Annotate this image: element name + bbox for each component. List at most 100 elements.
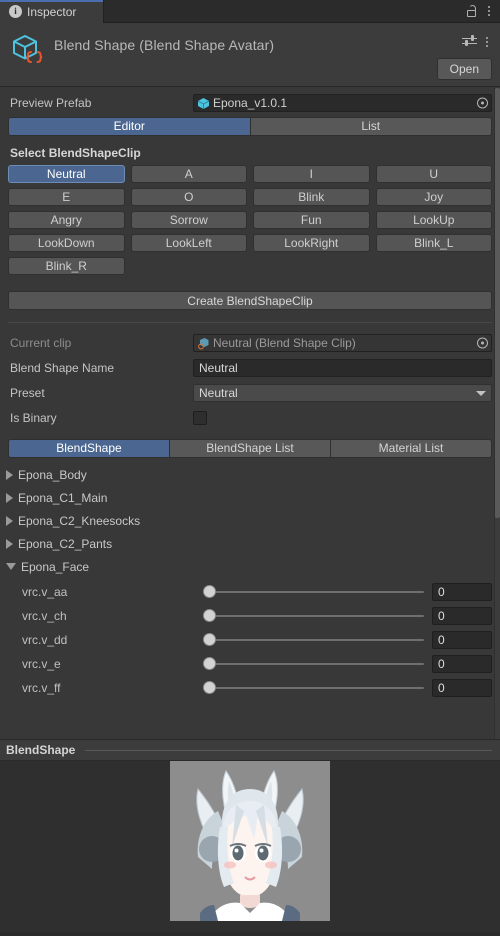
slider-vrc-v-e[interactable] <box>203 656 424 672</box>
clip-button-i[interactable]: I <box>253 165 370 183</box>
slider-thumb[interactable] <box>203 657 216 670</box>
slider-vrc-v-ch[interactable] <box>203 608 424 624</box>
foldout-epona-c2-kneesocks[interactable]: Epona_C2_Kneesocks <box>0 509 500 532</box>
slider-vrc-v-ff[interactable] <box>203 680 424 696</box>
lock-icon[interactable] <box>465 4 480 19</box>
tab-editor[interactable]: Editor <box>8 117 251 136</box>
object-header: Blend Shape (Blend Shape Avatar) Open <box>0 23 500 87</box>
preset-label: Preset <box>10 386 45 400</box>
clip-button-angry[interactable]: Angry <box>8 211 125 229</box>
is-binary-row: Is Binary <box>8 408 492 428</box>
slider-value-vrc-v-e[interactable]: 0 <box>432 655 492 673</box>
window-bottom-edge <box>0 932 500 936</box>
slider-label: vrc.v_ch <box>22 609 67 623</box>
slider-row-vrc-v-aa: vrc.v_aa 0 <box>8 580 492 604</box>
slider-label: vrc.v_e <box>22 657 61 671</box>
chevron-down-icon <box>476 391 486 396</box>
slider-label: vrc.v_dd <box>22 633 68 647</box>
clip-button-neutral[interactable]: Neutral <box>8 165 125 183</box>
preset-row: Preset Neutral <box>8 383 492 403</box>
avatar-face-preview <box>170 761 330 921</box>
preview-divider <box>85 749 492 751</box>
foldout-epona-c2-pants[interactable]: Epona_C2_Pants <box>0 532 500 555</box>
info-icon: i <box>9 5 22 18</box>
clip-button-joy[interactable]: Joy <box>375 188 492 206</box>
preset-dropdown[interactable]: Neutral <box>193 384 492 402</box>
slider-row-vrc-v-dd: vrc.v_dd 0 <box>8 628 492 652</box>
clip-button-blink[interactable]: Blink <box>253 188 370 206</box>
preset-sliders-icon[interactable] <box>462 35 477 49</box>
current-clip-picker-icon[interactable] <box>477 337 488 349</box>
is-binary-checkbox[interactable] <box>193 411 207 425</box>
slider-thumb[interactable] <box>203 681 216 694</box>
slider-value-vrc-v-aa[interactable]: 0 <box>432 583 492 601</box>
slider-row-vrc-v-e: vrc.v_e 0 <box>8 652 492 676</box>
foldout-epona-body[interactable]: Epona_Body <box>0 463 500 486</box>
inspector-window: i Inspector Blend Shape (Blend Shape Ava… <box>0 0 500 936</box>
clip-button-e[interactable]: E <box>8 188 125 206</box>
clip-button-fun[interactable]: Fun <box>253 211 370 229</box>
foldout-label: Epona_C2_Kneesocks <box>18 513 141 528</box>
preview-area[interactable] <box>0 761 500 932</box>
header-kebab-menu-icon[interactable] <box>480 34 493 49</box>
inspector-body: Preview Prefab Epona_v1.0.1 Editor List … <box>0 93 500 700</box>
preview-prefab-object-field[interactable]: Epona_v1.0.1 <box>193 94 492 112</box>
current-clip-label: Current clip <box>10 336 72 350</box>
clip-button-lookup[interactable]: LookUp <box>375 211 492 229</box>
chevron-right-icon <box>6 469 13 480</box>
clip-button-blink-l[interactable]: Blink_L <box>375 234 492 252</box>
slider-value-vrc-v-ch[interactable]: 0 <box>432 607 492 625</box>
chevron-right-icon <box>6 515 13 526</box>
mesh-tree: Epona_Body Epona_C1_Main Epona_C2_Kneeso… <box>0 463 500 578</box>
clip-button-lookdown[interactable]: LookDown <box>8 234 125 252</box>
current-clip-row: Current clip Neutral (Blend Shape Clip) <box>8 333 492 353</box>
slider-track <box>203 639 424 641</box>
blend-shape-name-label: Blend Shape Name <box>10 361 115 375</box>
blendshape-slider-list: vrc.v_aa 0 vrc.v_ch 0 vrc.v_dd 0 vrc.v_e… <box>0 580 500 700</box>
tab-blendshape[interactable]: BlendShape <box>8 439 170 458</box>
slider-thumb[interactable] <box>203 585 216 598</box>
page-title: Blend Shape (Blend Shape Avatar) <box>54 37 275 53</box>
vertical-scrollbar[interactable] <box>495 88 500 739</box>
blend-shape-name-input[interactable]: Neutral <box>193 359 492 377</box>
scrollbar-thumb[interactable] <box>495 88 500 518</box>
clip-button-lookright[interactable]: LookRight <box>253 234 370 252</box>
create-blendshapeclip-button[interactable]: Create BlendShapeClip <box>8 291 492 310</box>
clip-button-lookleft[interactable]: LookLeft <box>130 234 247 252</box>
is-binary-label: Is Binary <box>10 411 57 425</box>
kebab-menu-icon[interactable] <box>482 4 495 19</box>
tab-inspector-label: Inspector <box>27 4 77 19</box>
foldout-epona-c1-main[interactable]: Epona_C1_Main <box>0 486 500 509</box>
slider-row-vrc-v-ch: vrc.v_ch 0 <box>8 604 492 628</box>
slider-thumb[interactable] <box>203 609 216 622</box>
clip-button-blink-r[interactable]: Blink_R <box>8 257 125 275</box>
tab-inspector[interactable]: i Inspector <box>0 0 104 23</box>
chevron-right-icon <box>6 538 13 549</box>
open-button[interactable]: Open <box>436 58 492 80</box>
clip-button-a[interactable]: A <box>130 165 247 183</box>
slider-vrc-v-aa[interactable] <box>203 584 424 600</box>
tab-list[interactable]: List <box>250 117 492 136</box>
tab-blendshape-list[interactable]: BlendShape List <box>170 439 331 458</box>
slider-thumb[interactable] <box>203 633 216 646</box>
foldout-label: Epona_Body <box>18 467 87 482</box>
foldout-epona-face[interactable]: Epona_Face <box>0 555 500 578</box>
scriptable-object-cube-icon <box>10 32 44 66</box>
current-clip-object-field[interactable]: Neutral (Blend Shape Clip) <box>193 334 492 352</box>
foldout-label: Epona_Face <box>21 559 90 574</box>
blend-shape-name-row: Blend Shape Name Neutral <box>8 358 492 378</box>
tab-material-list[interactable]: Material List <box>331 439 492 458</box>
slider-vrc-v-dd[interactable] <box>203 632 424 648</box>
clip-button-u[interactable]: U <box>375 165 492 183</box>
current-clip-value: Neutral (Blend Shape Clip) <box>213 336 356 350</box>
preview-header: BlendShape <box>0 739 500 761</box>
slider-label: vrc.v_aa <box>22 585 68 599</box>
slider-value-vrc-v-ff[interactable]: 0 <box>432 679 492 697</box>
slider-track <box>203 591 424 593</box>
clip-button-sorrow[interactable]: Sorrow <box>130 211 247 229</box>
object-picker-icon[interactable] <box>477 97 488 109</box>
slider-value-vrc-v-dd[interactable]: 0 <box>432 631 492 649</box>
clip-button-o[interactable]: O <box>130 188 247 206</box>
section-divider <box>8 322 492 323</box>
foldout-label: Epona_C1_Main <box>18 490 108 505</box>
